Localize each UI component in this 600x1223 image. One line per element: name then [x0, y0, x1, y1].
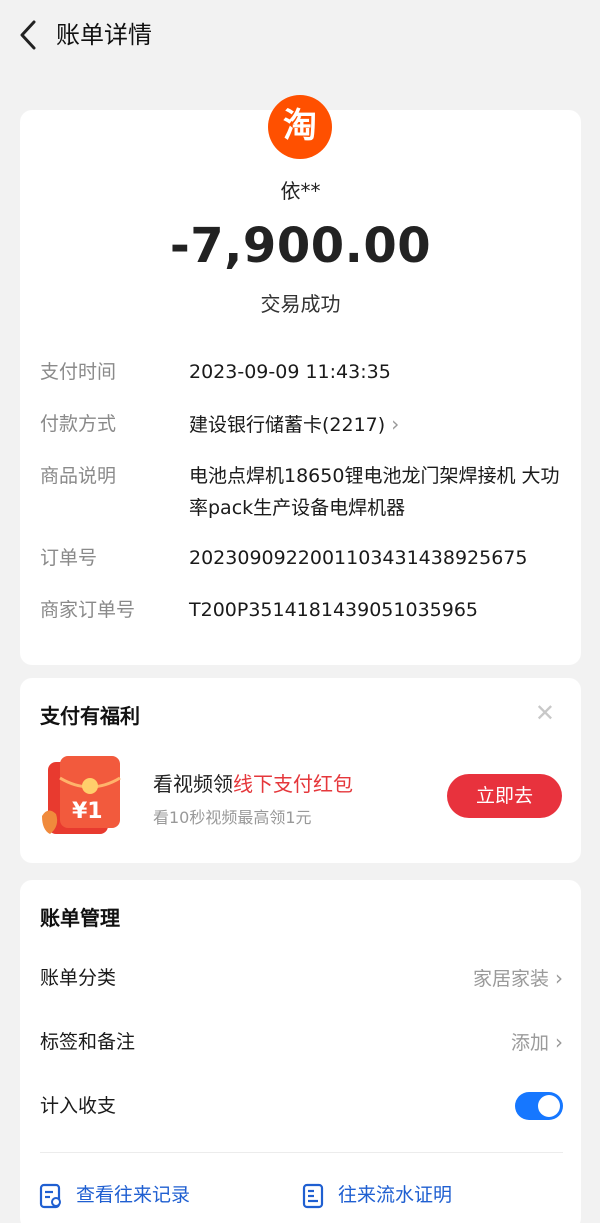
- offer-highlight: 线下支付红包: [233, 772, 353, 796]
- detail-value: 电池点焊机18650锂电池龙门架焊接机 大功率pack生产设备电焊机器: [189, 465, 560, 519]
- detail-label: 商品说明: [40, 465, 117, 487]
- tags-notes-value-wrap: 添加 ›: [511, 1022, 563, 1063]
- chevron-right-icon: ›: [555, 1030, 563, 1054]
- detail-label: 订单号: [40, 547, 98, 569]
- back-icon[interactable]: [14, 18, 44, 52]
- toggle-knob: [538, 1095, 560, 1117]
- tags-notes-label: 标签和备注: [40, 1031, 136, 1053]
- include-income-label: 计入收支: [40, 1095, 117, 1117]
- tags-notes-value: 添加: [510, 1032, 549, 1054]
- records-icon: [39, 1183, 61, 1209]
- detail-label: 商家订单号: [40, 599, 136, 621]
- chevron-right-icon: ›: [391, 412, 400, 436]
- include-income-row: 计入收支: [40, 1086, 563, 1126]
- top-bar: 账单详情: [0, 0, 600, 70]
- chevron-right-icon: ›: [555, 966, 563, 990]
- transaction-status: 交易成功: [260, 292, 341, 316]
- statement-proof-label: 往来流水证明: [338, 1184, 453, 1206]
- detail-label: 付款方式: [40, 413, 117, 435]
- go-now-button[interactable]: 立即去: [447, 774, 562, 818]
- bill-summary-card: 淘 依** -7,900.00 交易成功 支付时间 2023-09-09 11:…: [20, 95, 581, 665]
- detail-value: 2023-09-09 11:43:35: [189, 361, 391, 383]
- detail-value: T200P3514181439051035965: [189, 599, 479, 621]
- statement-proof-link[interactable]: 往来流水证明: [300, 1178, 500, 1212]
- bill-category-value-wrap: 家居家装 ›: [473, 958, 563, 999]
- manage-section-title: 账单管理: [40, 906, 120, 930]
- red-packet-amount: ¥1: [72, 799, 103, 824]
- taobao-logo-icon: 淘: [268, 95, 332, 159]
- benefit-offer-subtitle: 看10秒视频最高领1元: [153, 808, 312, 827]
- page-title: 账单详情: [56, 21, 152, 49]
- bill-category-row[interactable]: 账单分类 家居家装 ›: [40, 958, 563, 998]
- offer-prefix: 看视频领: [153, 772, 233, 796]
- bill-manage-card: 账单管理 账单分类 家居家装 › 标签和备注 添加 › 计入收支 查看往来记录 往来…: [20, 880, 581, 1223]
- payment-method-link[interactable]: 建设银行储蓄卡(2217) ›: [189, 408, 564, 441]
- detail-value: 2023090922001103431438925675: [189, 547, 528, 569]
- view-records-label: 查看往来记录: [76, 1184, 191, 1206]
- benefit-section-title: 支付有福利: [40, 704, 140, 728]
- transaction-amount: -7,900.00: [169, 218, 432, 274]
- benefit-card: 支付有福利 ✕ ¥1 看视频领线下支付红包 看10秒视频最高领1元 立即去: [20, 678, 581, 863]
- divider: [40, 1152, 563, 1153]
- red-packet-icon: ¥1: [42, 756, 121, 834]
- counterparty-name: 依**: [280, 179, 321, 203]
- detail-label: 支付时间: [40, 361, 117, 383]
- view-records-link[interactable]: 查看往来记录: [38, 1178, 238, 1212]
- tags-notes-row[interactable]: 标签和备注 添加 ›: [40, 1022, 563, 1062]
- statement-icon: [302, 1183, 324, 1209]
- bill-category-label: 账单分类: [40, 967, 117, 989]
- close-icon[interactable]: ✕: [535, 700, 555, 726]
- detail-value: 建设银行储蓄卡(2217): [189, 414, 386, 436]
- benefit-offer: 看视频领线下支付红包: [153, 768, 353, 797]
- bill-category-value: 家居家装: [472, 968, 549, 990]
- include-income-toggle[interactable]: [515, 1092, 563, 1120]
